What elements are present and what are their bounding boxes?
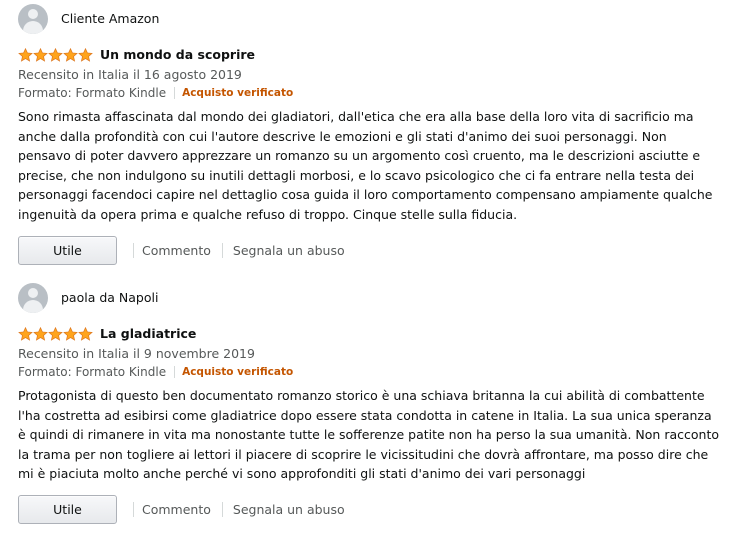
review: Cliente Amazon Un mondo da scoprire Rece…	[18, 4, 718, 266]
star-icon	[63, 48, 78, 62]
review-title-row: Un mondo da scoprire	[18, 47, 718, 63]
star-icon	[78, 48, 93, 62]
star-icon	[33, 48, 48, 62]
reviewer-name: paola da Napoli	[61, 290, 159, 305]
report-abuse-link[interactable]: Segnala un abuso	[233, 243, 345, 259]
verified-purchase-badge: Acquisto verificato	[182, 87, 294, 99]
star-icon	[63, 327, 78, 341]
star-rating[interactable]	[18, 327, 93, 341]
star-rating[interactable]	[18, 48, 93, 62]
helpful-button[interactable]: Utile	[18, 495, 117, 525]
review-actions: Utile Commento Segnala un abuso	[18, 236, 718, 266]
star-icon	[48, 327, 63, 341]
user-avatar-icon	[18, 283, 48, 313]
star-icon	[18, 48, 33, 62]
review-body: Sono rimasta affascinata dal mondo dei g…	[18, 109, 713, 222]
comment-link[interactable]: Commento	[142, 243, 211, 259]
divider	[174, 87, 176, 99]
reviewer-profile[interactable]: Cliente Amazon	[18, 4, 718, 34]
divider	[221, 243, 223, 259]
format-label[interactable]: Formato: Formato Kindle	[18, 85, 166, 101]
verified-purchase-badge: Acquisto verificato	[182, 366, 294, 378]
helpful-button[interactable]: Utile	[18, 236, 117, 266]
review-date: Recensito in Italia il 16 agosto 2019	[18, 67, 242, 82]
divider	[174, 366, 176, 378]
divider	[133, 243, 134, 259]
star-icon	[33, 327, 48, 341]
divider	[221, 502, 223, 518]
format-row: Formato: Formato Kindle Acquisto verific…	[18, 85, 718, 101]
report-abuse-link[interactable]: Segnala un abuso	[233, 502, 345, 518]
star-icon	[18, 327, 33, 341]
review-body: Protagonista di questo ben documentato r…	[18, 388, 719, 482]
reviewer-name: Cliente Amazon	[61, 11, 160, 26]
review-date: Recensito in Italia il 9 novembre 2019	[18, 346, 255, 361]
format-label[interactable]: Formato: Formato Kindle	[18, 364, 166, 380]
divider	[133, 502, 134, 518]
review-title[interactable]: La gladiatrice	[100, 326, 196, 342]
review: paola da Napoli La gladiatrice Recensito…	[18, 283, 719, 525]
star-icon	[48, 48, 63, 62]
star-icon	[78, 327, 93, 341]
reviewer-profile[interactable]: paola da Napoli	[18, 283, 718, 313]
review-actions: Utile Commento Segnala un abuso	[18, 495, 718, 525]
comment-link[interactable]: Commento	[142, 502, 211, 518]
format-row: Formato: Formato Kindle Acquisto verific…	[18, 364, 718, 380]
user-avatar-icon	[18, 4, 48, 34]
review-title[interactable]: Un mondo da scoprire	[100, 47, 255, 63]
review-title-row: La gladiatrice	[18, 326, 718, 342]
